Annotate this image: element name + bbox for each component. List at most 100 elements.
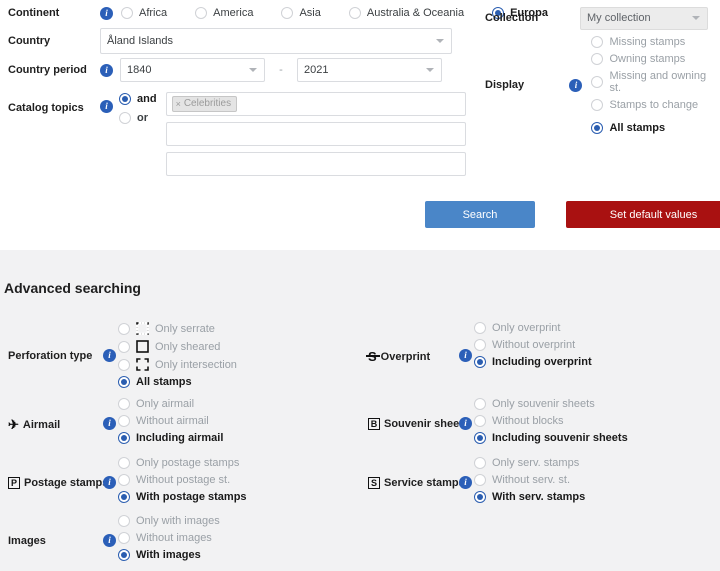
radio-selected[interactable] xyxy=(118,432,130,444)
advanced-group-perforation-info-icon[interactable]: i xyxy=(103,349,116,362)
advanced-group-label-text: Postage stamps xyxy=(24,477,109,489)
radio-unselected[interactable] xyxy=(118,457,130,469)
radio-selected[interactable] xyxy=(118,549,130,561)
chevron-down-icon xyxy=(426,68,434,72)
advanced-postage-option-0[interactable]: Only postage stamps xyxy=(118,457,247,469)
advanced-service-option-1[interactable]: Without serv. st. xyxy=(474,474,585,486)
advanced-group-images-info-icon[interactable]: i xyxy=(103,534,116,547)
collection-select[interactable]: My collection xyxy=(580,6,708,30)
radio-selected[interactable] xyxy=(118,491,130,503)
radio-unselected[interactable] xyxy=(118,515,130,527)
catalog-topics-field-3[interactable] xyxy=(165,152,466,176)
continent-info-icon[interactable]: i xyxy=(100,6,113,20)
radio-selected[interactable] xyxy=(119,93,131,105)
advanced-images-option-2[interactable]: With images xyxy=(118,549,220,561)
advanced-airmail-option-0[interactable]: Only airmail xyxy=(118,398,223,410)
display-option-2[interactable]: Missing and owning st. xyxy=(591,70,720,94)
advanced-search-title: Advanced searching xyxy=(4,280,141,296)
advanced-group-service-info-icon[interactable]: i xyxy=(459,476,472,489)
chip-remove-icon[interactable]: × xyxy=(176,99,181,109)
radio-unselected[interactable] xyxy=(118,358,130,371)
radio-unselected[interactable] xyxy=(118,415,130,427)
search-button[interactable]: Search xyxy=(425,201,535,228)
radio-unselected[interactable] xyxy=(474,474,486,486)
advanced-souvenir-option-2[interactable]: Including souvenir sheets xyxy=(474,432,628,444)
catalog-topics-info-icon[interactable]: i xyxy=(100,100,113,113)
advanced-images-option-label: With images xyxy=(136,549,201,561)
advanced-images-option-1[interactable]: Without images xyxy=(118,532,220,544)
advanced-perforation-option-3[interactable]: All stamps xyxy=(118,376,237,388)
advanced-group-overprint-info-icon[interactable]: i xyxy=(459,349,472,362)
advanced-overprint-option-label: Only overprint xyxy=(492,322,561,334)
country-period-from-select[interactable]: 1840 xyxy=(120,58,265,82)
radio-unselected[interactable] xyxy=(118,340,130,353)
continent-option-2[interactable]: Asia xyxy=(281,7,321,19)
continent-option-1[interactable]: America xyxy=(195,7,253,19)
radio-unselected[interactable] xyxy=(348,7,361,19)
advanced-group-postage-info-icon[interactable]: i xyxy=(103,476,116,489)
advanced-overprint-option-0[interactable]: Only overprint xyxy=(474,322,592,334)
catalog-topics-field-1[interactable]: × Celebrities xyxy=(165,92,466,116)
radio-unselected[interactable] xyxy=(591,36,604,48)
radio-unselected[interactable] xyxy=(118,398,130,410)
display-option-1[interactable]: Owning stamps xyxy=(591,53,720,65)
country-period-label: Country period xyxy=(8,64,87,76)
radio-selected[interactable] xyxy=(474,491,486,503)
radio-selected[interactable] xyxy=(474,432,486,444)
radio-unselected[interactable] xyxy=(474,322,486,334)
continent-option-3[interactable]: Australia & Oceania xyxy=(348,7,464,19)
catalog-topics-operator-option-1[interactable]: or xyxy=(119,112,157,124)
radio-unselected[interactable] xyxy=(474,339,486,351)
topic-chip[interactable]: × Celebrities xyxy=(171,96,238,112)
advanced-images-option-0[interactable]: Only with images xyxy=(118,515,220,527)
radio-unselected[interactable] xyxy=(119,112,131,124)
radio-unselected[interactable] xyxy=(118,322,130,335)
radio-selected[interactable] xyxy=(118,376,130,388)
radio-selected[interactable] xyxy=(591,122,604,134)
radio-unselected[interactable] xyxy=(195,7,208,19)
catalog-topics-operator-group: and or xyxy=(119,93,157,124)
country-select[interactable]: Åland Islands xyxy=(100,28,452,54)
advanced-postage-option-2[interactable]: With postage stamps xyxy=(118,491,247,503)
advanced-souvenir-option-1[interactable]: Without blocks xyxy=(474,415,628,427)
advanced-service-option-2[interactable]: With serv. stamps xyxy=(474,491,585,503)
advanced-souvenir-option-0[interactable]: Only souvenir sheets xyxy=(474,398,628,410)
advanced-service-option-0[interactable]: Only serv. stamps xyxy=(474,457,585,469)
radio-unselected[interactable] xyxy=(474,415,486,427)
radio-unselected[interactable] xyxy=(118,474,130,486)
radio-unselected[interactable] xyxy=(474,457,486,469)
catalog-topics-operator-option-0[interactable]: and xyxy=(119,93,157,105)
advanced-group-airmail-info-icon[interactable]: i xyxy=(103,417,116,430)
radio-unselected[interactable] xyxy=(591,76,604,88)
advanced-perforation-option-0[interactable]: Only serrate xyxy=(118,321,237,336)
advanced-images-option-label: Without images xyxy=(136,532,212,544)
country-period-info-icon[interactable]: i xyxy=(100,63,113,77)
continent-option-0[interactable]: Africa xyxy=(121,7,167,19)
radio-unselected[interactable] xyxy=(474,398,486,410)
advanced-perforation-option-1[interactable]: Only sheared xyxy=(118,340,237,353)
radio-unselected[interactable] xyxy=(591,99,604,111)
advanced-search-panel: Perforation type i Only serrate Only sheare… xyxy=(0,250,720,571)
radio-selected[interactable] xyxy=(474,356,486,368)
display-option-4[interactable]: All stamps xyxy=(591,122,720,134)
catalog-topics-field-2[interactable] xyxy=(165,122,466,146)
radio-unselected[interactable] xyxy=(121,7,133,19)
country-period-to-select[interactable]: 2021 xyxy=(297,58,442,82)
advanced-overprint-option-1[interactable]: Without overprint xyxy=(474,339,592,351)
radio-unselected[interactable] xyxy=(591,53,604,65)
advanced-perforation-option-label: Only intersection xyxy=(155,358,237,371)
advanced-postage-option-1[interactable]: Without postage st. xyxy=(118,474,247,486)
display-option-3[interactable]: Stamps to change xyxy=(591,99,720,111)
display-info-icon[interactable]: i xyxy=(569,78,583,92)
display-option-0[interactable]: Missing stamps xyxy=(591,36,720,48)
set-default-values-button[interactable]: Set default values xyxy=(566,201,720,228)
advanced-airmail-option-1[interactable]: Without airmail xyxy=(118,415,223,427)
radio-unselected[interactable] xyxy=(281,7,294,19)
advanced-perforation-option-2[interactable]: Only intersection xyxy=(118,358,237,371)
radio-unselected[interactable] xyxy=(118,532,130,544)
advanced-airmail-option-2[interactable]: Including airmail xyxy=(118,432,223,444)
advanced-group-souvenir-info-icon[interactable]: i xyxy=(459,417,472,430)
advanced-overprint-option-2[interactable]: Including overprint xyxy=(474,356,592,368)
catalog-topics-label: Catalog topics xyxy=(8,102,84,114)
advanced-images-option-label: Only with images xyxy=(136,515,220,527)
